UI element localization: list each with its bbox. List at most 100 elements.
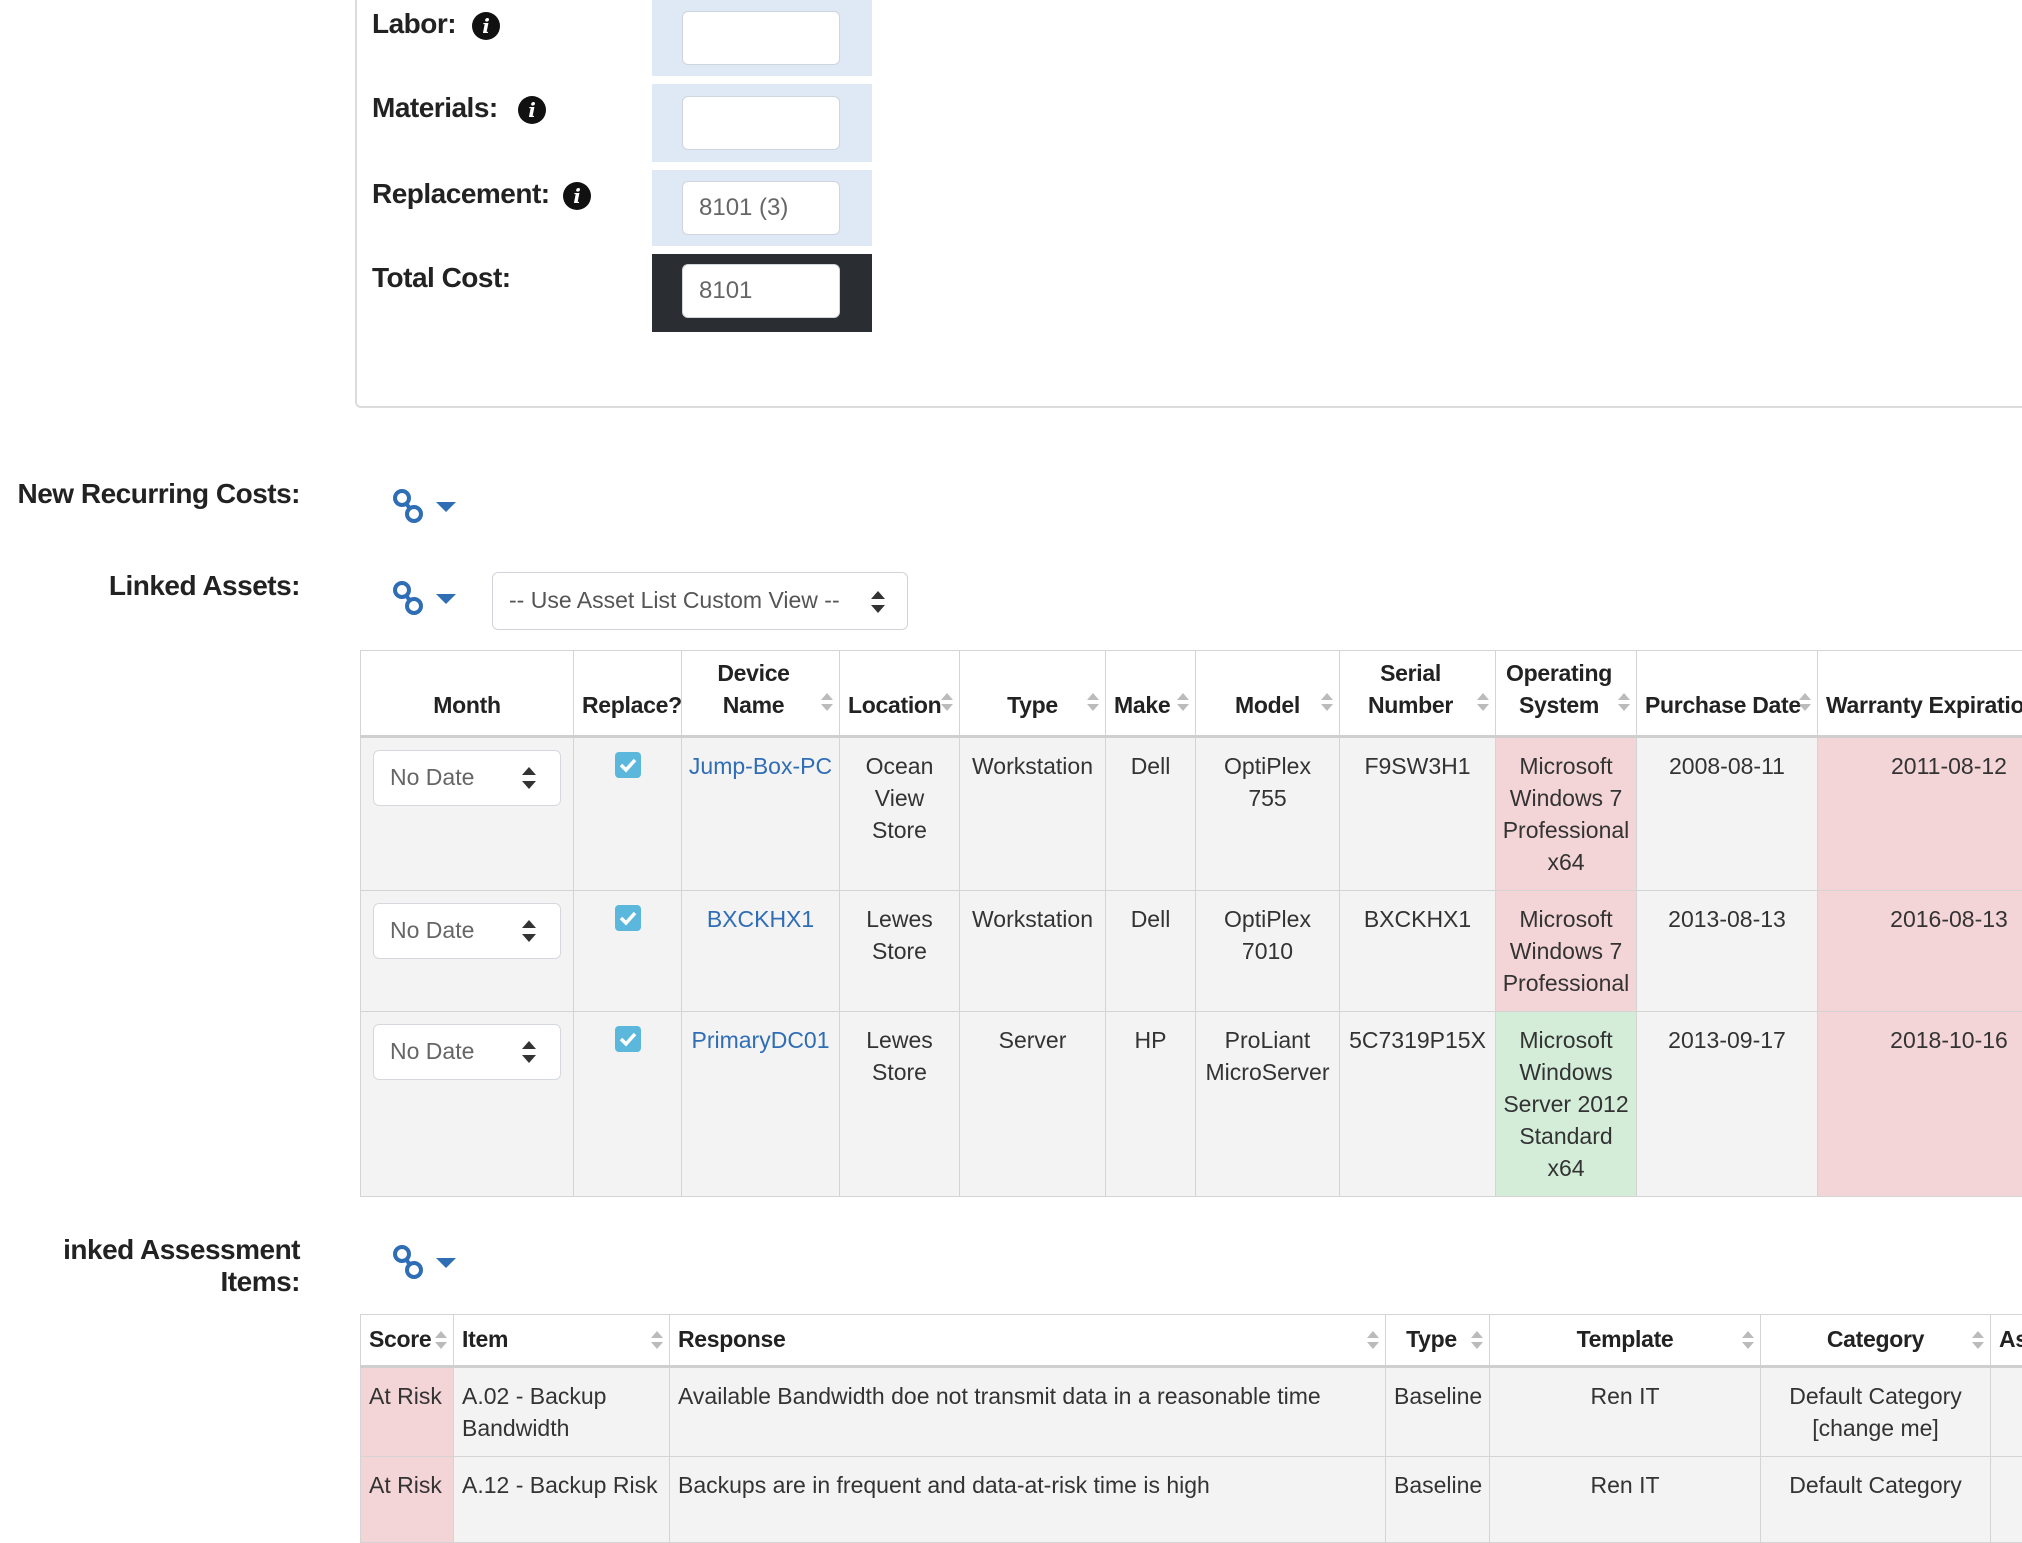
- sort-icon: [1177, 691, 1189, 713]
- replacement-input[interactable]: 8101 (3): [682, 181, 840, 235]
- col-purchase-date[interactable]: Purchase Date: [1637, 651, 1818, 737]
- replacement-label: Replacement:: [372, 178, 550, 210]
- linked-assets-label: Linked Assets:: [0, 570, 300, 602]
- device-link[interactable]: PrimaryDC01: [691, 1027, 829, 1053]
- materials-label: Materials:: [372, 92, 498, 124]
- col-type[interactable]: Type: [1386, 1315, 1490, 1367]
- os-cell: Microsoft Windows 7 Professional x64: [1496, 737, 1637, 891]
- type-cell: Workstation: [960, 891, 1106, 1012]
- select-arrows-icon: [871, 591, 885, 613]
- location-cell: Lewes Store: [840, 1012, 960, 1197]
- replacement-info-icon[interactable]: i: [563, 182, 591, 210]
- sort-icon: [1471, 1329, 1483, 1351]
- labor-cell: [652, 0, 872, 76]
- serial-cell: F9SW3H1: [1340, 737, 1496, 891]
- assessment-link-dropdown[interactable]: [392, 1244, 462, 1284]
- device-name-cell: Jump-Box-PC: [682, 737, 840, 891]
- col-model[interactable]: Model: [1196, 651, 1340, 737]
- col-as[interactable]: As: [1991, 1315, 2022, 1367]
- sort-icon: [941, 691, 953, 713]
- sort-icon: [1618, 691, 1630, 713]
- col-device-name[interactable]: Device Name: [682, 651, 840, 737]
- sort-icon: [1799, 691, 1811, 713]
- select-arrows-icon: [522, 920, 536, 942]
- col-serial-number[interactable]: Serial Number: [1340, 651, 1496, 737]
- total-cost-label: Total Cost:: [372, 262, 511, 294]
- month-select[interactable]: No Date: [373, 1024, 561, 1080]
- type-cell: Baseline: [1386, 1457, 1490, 1543]
- os-cell: Microsoft Windows 7 Professional: [1496, 891, 1637, 1012]
- assets-link-dropdown[interactable]: [392, 580, 462, 620]
- recurring-link-dropdown[interactable]: [392, 488, 462, 528]
- device-name-cell: PrimaryDC01: [682, 1012, 840, 1197]
- col-operating-system[interactable]: Operating System: [1496, 651, 1637, 737]
- device-link[interactable]: BXCKHX1: [707, 906, 814, 932]
- col-response[interactable]: Response: [670, 1315, 1386, 1367]
- location-cell: Ocean View Store: [840, 737, 960, 891]
- col-location[interactable]: Location: [840, 651, 960, 737]
- labor-info-icon[interactable]: i: [472, 12, 500, 40]
- asset-view-select[interactable]: -- Use Asset List Custom View --: [492, 572, 908, 630]
- replacement-cell: 8101 (3): [652, 170, 872, 246]
- sort-icon: [1477, 691, 1489, 713]
- linked-assessment-table: Score Item Response Type Template Catego…: [360, 1314, 2022, 1543]
- item-cell: A.02 - Backup Bandwidth: [454, 1367, 670, 1457]
- materials-cell: [652, 84, 872, 162]
- sort-icon: [1367, 1329, 1379, 1351]
- template-cell: Ren IT: [1490, 1457, 1761, 1543]
- os-cell: Microsoft Windows Server 2012 Standard x…: [1496, 1012, 1637, 1197]
- table-row: No Date PrimaryDC01 Lewes Store Server H…: [361, 1012, 2022, 1197]
- purchase-date-cell: 2008-08-11: [1637, 737, 1818, 891]
- purchase-date-cell: 2013-08-13: [1637, 891, 1818, 1012]
- materials-input[interactable]: [682, 96, 840, 150]
- make-cell: HP: [1106, 1012, 1196, 1197]
- check-icon: [615, 752, 641, 778]
- month-cell: No Date: [361, 891, 574, 1012]
- total-cost-input[interactable]: 8101: [682, 264, 840, 318]
- device-link[interactable]: Jump-Box-PC: [689, 753, 832, 779]
- warranty-cell: 2016-08-13: [1818, 891, 2022, 1012]
- make-cell: Dell: [1106, 891, 1196, 1012]
- location-cell: Lewes Store: [840, 891, 960, 1012]
- month-select[interactable]: No Date: [373, 750, 561, 806]
- col-replace[interactable]: Replace?: [574, 651, 682, 737]
- col-score[interactable]: Score: [361, 1315, 454, 1367]
- asset-view-select-value: -- Use Asset List Custom View --: [509, 587, 840, 613]
- replace-cell: [574, 737, 682, 891]
- type-cell: Baseline: [1386, 1367, 1490, 1457]
- select-arrows-icon: [522, 767, 536, 789]
- replace-cell: [574, 1012, 682, 1197]
- replace-checkbox[interactable]: [615, 752, 641, 778]
- linked-assets-table: Month Replace? Device Name Location Type…: [360, 650, 2022, 1197]
- col-type[interactable]: Type: [960, 651, 1106, 737]
- link-icon: [395, 583, 421, 613]
- col-warranty-expiration[interactable]: Warranty Expiration: [1818, 651, 2022, 737]
- replace-cell: [574, 891, 682, 1012]
- col-item[interactable]: Item: [454, 1315, 670, 1367]
- check-icon: [615, 1026, 641, 1052]
- replace-checkbox[interactable]: [615, 1026, 641, 1052]
- month-select[interactable]: No Date: [373, 903, 561, 959]
- model-cell: OptiPlex 7010: [1196, 891, 1340, 1012]
- month-cell: No Date: [361, 1012, 574, 1197]
- select-arrows-icon: [522, 1041, 536, 1063]
- col-make[interactable]: Make: [1106, 651, 1196, 737]
- month-select-value: No Date: [390, 764, 474, 790]
- check-icon: [615, 905, 641, 931]
- col-month[interactable]: Month: [361, 651, 574, 737]
- response-cell: Backups are in frequent and data-at-risk…: [670, 1457, 1386, 1543]
- item-cell: A.12 - Backup Risk: [454, 1457, 670, 1543]
- materials-info-icon[interactable]: i: [518, 96, 546, 124]
- caret-down-icon: [436, 1258, 456, 1268]
- col-template[interactable]: Template: [1490, 1315, 1761, 1367]
- caret-down-icon: [436, 502, 456, 512]
- col-category[interactable]: Category: [1761, 1315, 1991, 1367]
- purchase-date-cell: 2013-09-17: [1637, 1012, 1818, 1197]
- category-cell: Default Category [change me]: [1761, 1367, 1991, 1457]
- labor-input[interactable]: [682, 11, 840, 65]
- score-cell: At Risk: [361, 1457, 454, 1543]
- link-icon: [395, 1247, 421, 1277]
- replace-checkbox[interactable]: [615, 905, 641, 931]
- labor-label: Labor:: [372, 8, 456, 40]
- sort-icon: [1087, 691, 1099, 713]
